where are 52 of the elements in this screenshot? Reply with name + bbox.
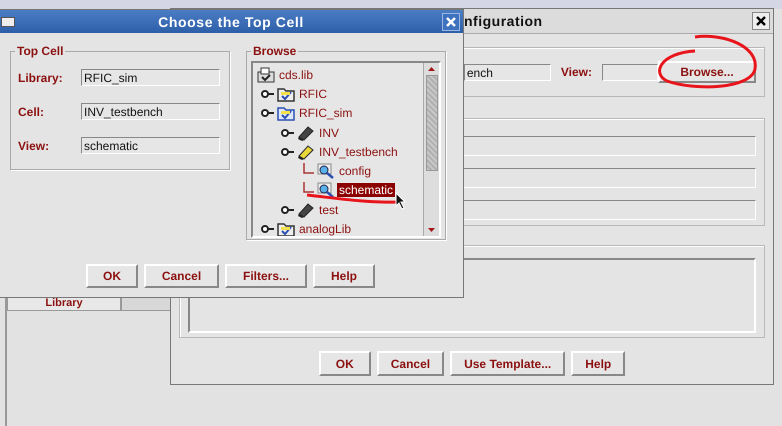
expander-icon[interactable]	[281, 128, 295, 138]
window-menu-icon[interactable]	[1, 16, 15, 26]
dialog-button[interactable]: Cancel	[376, 351, 444, 376]
cell-icon	[297, 124, 315, 141]
dialog-button[interactable]: Help	[571, 351, 626, 376]
field-label: View:	[18, 138, 50, 152]
group-title: Browse	[252, 44, 298, 58]
view-field[interactable]	[602, 64, 658, 80]
dialog-button[interactable]: Use Template...	[450, 351, 566, 376]
window-title: nfiguration	[464, 13, 543, 29]
tree-item[interactable]: INV_testbench	[317, 144, 400, 159]
view-label: View:	[560, 65, 592, 79]
dialog-button[interactable]: Help	[313, 264, 375, 288]
text-field[interactable]: schematic	[81, 137, 220, 154]
dialog-title: Choose the Top Cell	[158, 14, 304, 30]
tree-item[interactable]: RFIC	[297, 86, 329, 101]
expander-icon[interactable]	[281, 146, 295, 157]
dialog-button[interactable]: OK	[318, 351, 371, 376]
dialog-button[interactable]: OK	[86, 264, 138, 288]
dialog-button[interactable]: Filters...	[225, 264, 307, 288]
magnifier-icon	[317, 163, 335, 180]
close-icon	[756, 16, 766, 26]
tree-item[interactable]: RFIC_sim	[297, 106, 354, 120]
tree-item[interactable]: test	[317, 202, 340, 217]
tree-item[interactable]: schematic	[337, 183, 396, 198]
text-field[interactable]: INV_testbench	[81, 103, 220, 120]
tree-item[interactable]: config	[337, 164, 374, 178]
folder-check-icon	[277, 105, 295, 122]
cell-icon	[297, 202, 315, 218]
cell-field[interactable]: ench	[464, 64, 551, 80]
scrollbar[interactable]	[423, 63, 439, 236]
cell-icon	[297, 144, 315, 160]
magnifier-icon	[317, 182, 335, 198]
expander-icon[interactable]	[281, 204, 295, 215]
field-label: Library:	[18, 70, 64, 84]
tree-item[interactable]: cds.lib	[277, 68, 316, 82]
scroll-thumb[interactable]	[426, 75, 438, 171]
text-field[interactable]: RFIC_sim	[81, 69, 220, 86]
expander-icon[interactable]	[261, 224, 275, 234]
expander-icon[interactable]	[261, 108, 275, 118]
group-title: Top Cell	[16, 44, 64, 58]
close-icon	[446, 16, 456, 26]
browse-button[interactable]: Browse...	[658, 61, 756, 83]
expander-icon[interactable]	[261, 88, 275, 99]
field-label: Cell:	[18, 104, 46, 118]
dialog-button[interactable]: Cancel	[144, 264, 219, 288]
close-button[interactable]	[752, 12, 770, 30]
tree-item[interactable]: analogLib	[297, 222, 354, 236]
tree-item[interactable]: INV	[317, 126, 342, 140]
folder-check-icon	[277, 86, 295, 102]
folder-icon	[257, 66, 275, 83]
cursor-icon	[395, 192, 407, 210]
